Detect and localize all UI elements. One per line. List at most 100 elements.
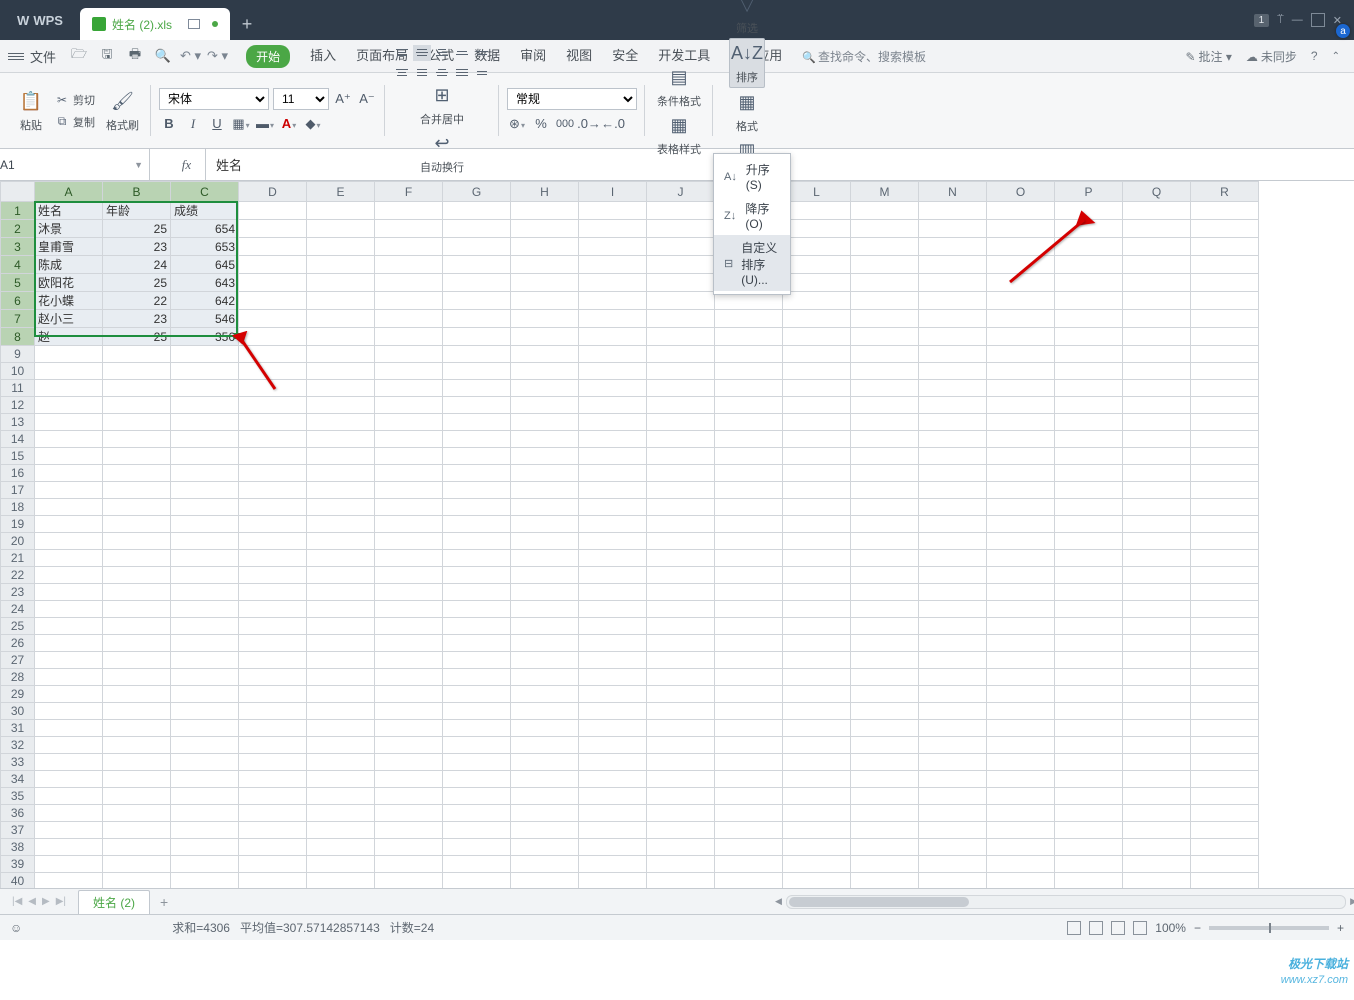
decimal-dec-button[interactable]: ←.0 [603, 114, 623, 134]
cell-K21[interactable] [715, 550, 783, 567]
row-header-18[interactable]: 18 [1, 499, 35, 516]
open-icon[interactable]: 🗁 [68, 46, 90, 66]
cell-E26[interactable] [307, 635, 375, 652]
cell-I19[interactable] [579, 516, 647, 533]
cell-G27[interactable] [443, 652, 511, 669]
cell-H6[interactable] [511, 292, 579, 310]
sync-status[interactable]: 未同步 [1246, 48, 1297, 65]
cell-P28[interactable] [1055, 669, 1123, 686]
cell-L18[interactable] [783, 499, 851, 516]
cell-O40[interactable] [987, 873, 1055, 889]
row-header-34[interactable]: 34 [1, 771, 35, 788]
cell-D26[interactable] [239, 635, 307, 652]
cell-C10[interactable] [171, 363, 239, 380]
cell-C12[interactable] [171, 397, 239, 414]
cell-O38[interactable] [987, 839, 1055, 856]
cell-O35[interactable] [987, 788, 1055, 805]
cell-R7[interactable] [1191, 310, 1259, 328]
cell-I18[interactable] [579, 499, 647, 516]
row-header-15[interactable]: 15 [1, 448, 35, 465]
row-header-21[interactable]: 21 [1, 550, 35, 567]
cell-L12[interactable] [783, 397, 851, 414]
cell-J20[interactable] [647, 533, 715, 550]
cell-L26[interactable] [783, 635, 851, 652]
cell-M28[interactable] [851, 669, 919, 686]
cell-O18[interactable] [987, 499, 1055, 516]
cell-O24[interactable] [987, 601, 1055, 618]
sort-asc-item[interactable]: A↓升序(S) [714, 157, 790, 196]
cell-I15[interactable] [579, 448, 647, 465]
cell-D28[interactable] [239, 669, 307, 686]
cell-J4[interactable] [647, 256, 715, 274]
cell-K18[interactable] [715, 499, 783, 516]
cell-F1[interactable] [375, 202, 443, 220]
cell-H17[interactable] [511, 482, 579, 499]
cell-P7[interactable] [1055, 310, 1123, 328]
cell-G3[interactable] [443, 238, 511, 256]
cell-L1[interactable] [783, 202, 851, 220]
cell-A11[interactable] [35, 380, 103, 397]
cell-E39[interactable] [307, 856, 375, 873]
cell-E3[interactable] [307, 238, 375, 256]
cell-K39[interactable] [715, 856, 783, 873]
cell-B35[interactable] [103, 788, 171, 805]
col-header-A[interactable]: A [35, 182, 103, 202]
cell-M36[interactable] [851, 805, 919, 822]
cell-E29[interactable] [307, 686, 375, 703]
cell-C5[interactable]: 643 [171, 274, 239, 292]
cell-E28[interactable] [307, 669, 375, 686]
cell-G11[interactable] [443, 380, 511, 397]
cell-D8[interactable] [239, 328, 307, 346]
cell-E12[interactable] [307, 397, 375, 414]
cell-O12[interactable] [987, 397, 1055, 414]
col-header-I[interactable]: I [579, 182, 647, 202]
cell-R8[interactable] [1191, 328, 1259, 346]
cell-D17[interactable] [239, 482, 307, 499]
cell-L28[interactable] [783, 669, 851, 686]
cell-C16[interactable] [171, 465, 239, 482]
cell-M15[interactable] [851, 448, 919, 465]
cell-N2[interactable] [919, 220, 987, 238]
cell-E15[interactable] [307, 448, 375, 465]
row-header-11[interactable]: 11 [1, 380, 35, 397]
annotation-button[interactable]: 批注 ▾ [1185, 48, 1231, 65]
cell-E24[interactable] [307, 601, 375, 618]
cell-F30[interactable] [375, 703, 443, 720]
cell-L5[interactable] [783, 274, 851, 292]
cell-B29[interactable] [103, 686, 171, 703]
cell-I3[interactable] [579, 238, 647, 256]
cell-K10[interactable] [715, 363, 783, 380]
cell-R35[interactable] [1191, 788, 1259, 805]
cell-J13[interactable] [647, 414, 715, 431]
cell-B1[interactable]: 年龄 [103, 202, 171, 220]
cell-N16[interactable] [919, 465, 987, 482]
cell-I24[interactable] [579, 601, 647, 618]
cell-L3[interactable] [783, 238, 851, 256]
col-header-H[interactable]: H [511, 182, 579, 202]
cell-P10[interactable] [1055, 363, 1123, 380]
cell-Q34[interactable] [1123, 771, 1191, 788]
cell-B34[interactable] [103, 771, 171, 788]
cell-C20[interactable] [171, 533, 239, 550]
cell-K37[interactable] [715, 822, 783, 839]
cell-M26[interactable] [851, 635, 919, 652]
cell-D18[interactable] [239, 499, 307, 516]
cell-D15[interactable] [239, 448, 307, 465]
row-header-22[interactable]: 22 [1, 567, 35, 584]
cell-D7[interactable] [239, 310, 307, 328]
cell-J26[interactable] [647, 635, 715, 652]
zoom-level[interactable]: 100% [1155, 921, 1186, 935]
cell-M24[interactable] [851, 601, 919, 618]
cell-M18[interactable] [851, 499, 919, 516]
cell-A2[interactable]: 沐景 [35, 220, 103, 238]
cell-Q27[interactable] [1123, 652, 1191, 669]
cell-O3[interactable] [987, 238, 1055, 256]
cell-Q16[interactable] [1123, 465, 1191, 482]
cell-L6[interactable] [783, 292, 851, 310]
cell-F8[interactable] [375, 328, 443, 346]
cell-B24[interactable] [103, 601, 171, 618]
cell-K13[interactable] [715, 414, 783, 431]
cell-J3[interactable] [647, 238, 715, 256]
cell-M17[interactable] [851, 482, 919, 499]
cell-I37[interactable] [579, 822, 647, 839]
